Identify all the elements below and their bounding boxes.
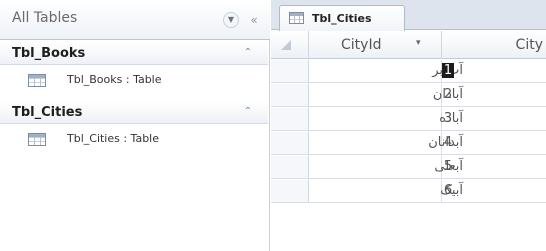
city-number: 2 [443, 87, 453, 102]
record-selector[interactable] [271, 108, 309, 130]
column-header-label: City [515, 37, 543, 53]
nav-group-header-books[interactable]: Tbl_Books ⌃ [0, 42, 268, 65]
select-all-icon [281, 40, 291, 50]
cityid-cell[interactable] [309, 108, 442, 130]
table-row[interactable]: آباده 3 [271, 108, 546, 131]
nav-item-tbl-cities[interactable]: Tbl_Cities : Table [0, 125, 268, 153]
table-row[interactable]: آبدانان 4 [271, 132, 546, 155]
column-header-city[interactable]: City [442, 31, 546, 59]
navigation-pane: All Tables ▼ « Tbl_Books ⌃ Tbl_Books : T… [0, 0, 270, 251]
nav-item-label: Tbl_Books : Table [67, 73, 162, 86]
table-row[interactable]: آبعلی 5 [271, 156, 546, 179]
table-row[interactable]: آبیک 6 [271, 180, 546, 203]
table-icon [289, 12, 304, 24]
record-selector[interactable] [271, 60, 309, 82]
city-number: 6 [443, 183, 453, 198]
city-cell[interactable]: آبیک 6 [440, 180, 546, 202]
column-header-label: CityId [341, 37, 382, 53]
city-cell[interactable]: آباده 3 [439, 108, 546, 130]
city-number: 4 [443, 135, 453, 150]
nav-group-label: Tbl_Books [12, 46, 86, 61]
cityid-cell[interactable] [309, 60, 442, 82]
datasheet: Tbl_Cities CityId ▾ City آب بر 1 آبادان … [271, 0, 546, 251]
record-selector[interactable] [271, 180, 309, 202]
city-cell[interactable]: آب بر 1 [432, 60, 546, 82]
table-row[interactable]: آبادان 2 [271, 84, 546, 107]
collapse-icon[interactable]: ⌃ [241, 104, 255, 120]
city-number: 5 [443, 159, 453, 174]
select-all-button[interactable] [271, 31, 309, 59]
table-icon [28, 74, 46, 87]
nav-item-tbl-books[interactable]: Tbl_Books : Table [0, 66, 268, 94]
navigation-pane-header[interactable]: All Tables ▼ « [0, 0, 270, 40]
city-cell[interactable]: آبدانان 4 [428, 132, 546, 154]
table-row[interactable]: آب بر 1 [271, 60, 546, 83]
column-header-cityid[interactable]: CityId ▾ [309, 31, 442, 59]
city-cell[interactable]: آبادان 2 [433, 84, 546, 106]
city-number: 3 [443, 111, 453, 126]
cityid-cell[interactable] [309, 180, 442, 202]
record-selector[interactable] [271, 156, 309, 178]
nav-title[interactable]: All Tables [12, 10, 77, 26]
cityid-cell[interactable] [309, 156, 442, 178]
document-tab-bar: Tbl_Cities [271, 0, 546, 31]
nav-group-label: Tbl_Cities [12, 105, 83, 120]
collapse-icon[interactable]: ⌃ [241, 45, 255, 61]
cityid-cell[interactable] [309, 132, 442, 154]
city-cell[interactable]: آبعلی 5 [434, 156, 546, 178]
record-selector[interactable] [271, 132, 309, 154]
table-icon [28, 133, 46, 146]
record-selector[interactable] [271, 84, 309, 106]
tab-label: Tbl_Cities [312, 12, 372, 25]
shutter-bar-close-icon[interactable]: « [246, 11, 262, 29]
city-number: 1 [442, 63, 454, 78]
cityid-cell[interactable] [309, 84, 442, 106]
nav-item-label: Tbl_Cities : Table [67, 132, 160, 145]
chevron-down-icon[interactable]: ▼ [223, 12, 239, 28]
sort-dropdown-icon[interactable]: ▾ [416, 38, 421, 48]
tab-tbl-cities[interactable]: Tbl_Cities [279, 5, 405, 31]
nav-group-header-cities[interactable]: Tbl_Cities ⌃ [0, 101, 268, 124]
